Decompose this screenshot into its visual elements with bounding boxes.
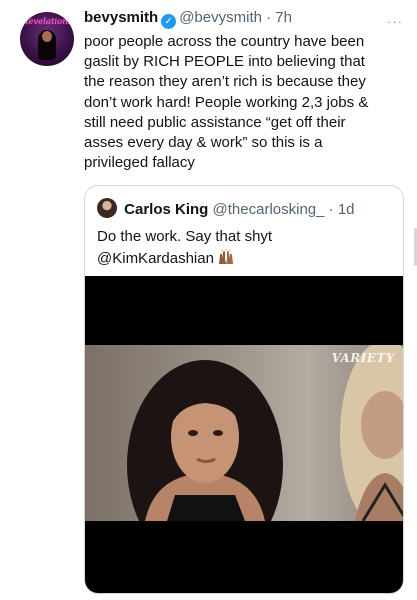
quoted-tweet-text: Do the work. Say that shyt @KimKardashia… — [97, 226, 392, 270]
variety-watermark: VARIETY — [331, 351, 395, 365]
video-player[interactable]: VARIETY — [85, 276, 403, 593]
author-handle[interactable]: @bevysmith — [179, 9, 262, 26]
mention-link[interactable]: @KimKardashian — [97, 250, 214, 267]
tweet-header: bevysmith ✓ @bevysmith · 7h — [84, 9, 292, 29]
tweet-text: poor people across the country have been… — [84, 33, 369, 172]
quoted-tweet[interactable]: Carlos King @thecarlosking_ · 1d Do the … — [84, 185, 404, 594]
quoted-header-separator: · — [328, 201, 334, 218]
avatar-figure-head — [42, 31, 52, 42]
video-frame-illustration — [127, 345, 403, 521]
quoted-tweet-header: Carlos King @thecarlosking_ · 1d — [97, 198, 355, 218]
verified-badge-icon: ✓ — [161, 14, 177, 29]
header-separator: · — [266, 9, 272, 26]
raising-hands-emoji-icon — [217, 249, 235, 265]
author-name[interactable]: bevysmith — [84, 9, 158, 26]
avatar-logo: Revelations — [21, 17, 73, 27]
quoted-author-handle[interactable]: @thecarlosking_ — [213, 201, 325, 218]
tweet-timestamp[interactable]: 7h — [275, 9, 292, 26]
video-frame: VARIETY — [85, 345, 403, 521]
quoted-author-name[interactable]: Carlos King — [124, 201, 208, 218]
more-options-icon[interactable]: ··· — [387, 14, 403, 29]
quoted-text-body: Do the work. Say that shyt — [97, 228, 273, 245]
quoted-timestamp[interactable]: 1d — [338, 201, 355, 218]
quoted-author-avatar[interactable] — [97, 198, 117, 218]
author-avatar[interactable]: Revelations — [20, 12, 74, 66]
